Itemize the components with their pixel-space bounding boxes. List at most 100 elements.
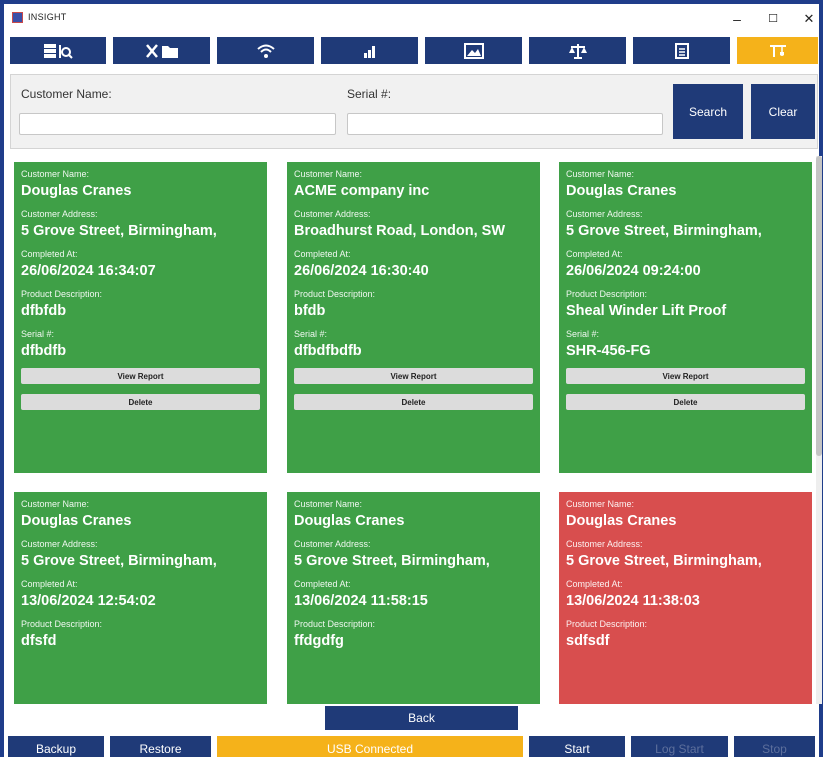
product-description-value: dfbfdb <box>21 303 67 319</box>
customer-address-label: Customer Address: <box>566 209 643 219</box>
view-report-button[interactable]: View Report <box>294 368 533 384</box>
customer-address-value: 5 Grove Street, Birmingham, <box>21 223 217 239</box>
customer-address-value: 5 Grove Street, Birmingham, <box>566 223 762 239</box>
title-bar: INSIGHT – ☐ ✕ <box>4 4 819 34</box>
serial-number-input[interactable] <box>347 113 663 135</box>
product-description-label: Product Description: <box>294 619 376 629</box>
product-description-value: bfdb <box>294 303 326 319</box>
clear-button[interactable]: Clear <box>751 84 815 139</box>
product-description-label: Product Description: <box>21 289 103 299</box>
serial-number-label: Serial #: <box>21 329 55 339</box>
serial-number-value: dfbdfbdfb <box>294 343 362 359</box>
product-description-value: Sheal Winder Lift Proof <box>566 303 727 319</box>
customer-name-label: Customer Name: <box>294 169 363 179</box>
customer-name-label: Customer Name: <box>566 169 635 179</box>
toolbar-database-button[interactable] <box>10 37 106 64</box>
toolbar-wireless-button[interactable] <box>217 37 314 64</box>
serial-number-value: dfbdfb <box>21 343 67 359</box>
main-toolbar <box>10 37 818 64</box>
result-card: Customer Name: Douglas Cranes Customer A… <box>559 162 812 473</box>
toolbar-scale-button[interactable] <box>529 37 626 64</box>
result-card: Customer Name: Douglas Cranes Customer A… <box>559 492 812 704</box>
result-card: Customer Name: Douglas Cranes Customer A… <box>14 162 267 473</box>
app-window: INSIGHT – ☐ ✕ Customer Name: Serial #: S… <box>0 0 823 757</box>
completed-at-value: 13/06/2024 12:54:02 <box>21 593 156 609</box>
product-description-value: sdfsdf <box>566 633 610 649</box>
usb-status-badge: USB Connected <box>217 736 523 757</box>
tools-folder-icon <box>145 43 179 59</box>
completed-at-value: 26/06/2024 16:30:40 <box>294 263 429 279</box>
image-icon <box>463 42 484 59</box>
view-report-button[interactable]: View Report <box>21 368 260 384</box>
bottom-bar: Backup Restore USB Connected Start Log S… <box>4 733 819 757</box>
view-report-button[interactable]: View Report <box>566 368 805 384</box>
product-description-label: Product Description: <box>21 619 103 629</box>
delete-button[interactable]: Delete <box>21 394 260 410</box>
window-title: INSIGHT <box>28 12 67 22</box>
toolbar-image-button[interactable] <box>425 37 522 64</box>
maximize-button[interactable]: ☐ <box>758 8 788 30</box>
product-description-label: Product Description: <box>566 619 648 629</box>
customer-name-value: ACME company inc <box>294 183 430 199</box>
customer-address-label: Customer Address: <box>21 209 98 219</box>
bar-chart-icon <box>362 43 378 59</box>
document-icon <box>674 42 689 59</box>
delete-button[interactable]: Delete <box>566 394 805 410</box>
customer-name-label: Customer Name: <box>21 169 90 179</box>
customer-address-label: Customer Address: <box>21 539 98 549</box>
completed-at-label: Completed At: <box>21 249 78 259</box>
toolbar-crane-button[interactable] <box>737 37 818 64</box>
completed-at-value: 13/06/2024 11:38:03 <box>566 593 700 609</box>
start-button[interactable]: Start <box>529 736 625 757</box>
customer-name-value: Douglas Cranes <box>566 513 677 529</box>
search-button[interactable]: Search <box>673 84 743 139</box>
toolbar-document-button[interactable] <box>633 37 730 64</box>
completed-at-value: 26/06/2024 16:34:07 <box>21 263 156 279</box>
customer-address-value: 5 Grove Street, Birmingham, <box>294 553 490 569</box>
customer-name-input[interactable] <box>19 113 336 135</box>
backup-button[interactable]: Backup <box>8 736 104 757</box>
customer-name-label: Customer Name: <box>294 499 363 509</box>
result-card: Customer Name: Douglas Cranes Customer A… <box>287 492 540 704</box>
wifi-icon <box>256 43 276 59</box>
close-button[interactable]: ✕ <box>794 8 823 30</box>
back-button[interactable]: Back <box>325 706 518 730</box>
result-card: Customer Name: Douglas Cranes Customer A… <box>14 492 267 704</box>
serial-number-value: SHR-456-FG <box>566 343 651 359</box>
delete-button[interactable]: Delete <box>294 394 533 410</box>
log-start-button[interactable]: Log Start <box>631 736 728 757</box>
customer-address-value: 5 Grove Street, Birmingham, <box>566 553 762 569</box>
customer-address-value: 5 Grove Street, Birmingham, <box>21 553 217 569</box>
product-description-label: Product Description: <box>566 289 648 299</box>
customer-address-label: Customer Address: <box>566 539 643 549</box>
customer-name-value: Douglas Cranes <box>21 513 132 529</box>
stop-button[interactable]: Stop <box>734 736 815 757</box>
toolbar-chart-button[interactable] <box>321 37 418 64</box>
completed-at-label: Completed At: <box>566 579 623 589</box>
customer-name-label: Customer Name: <box>21 499 90 509</box>
app-logo-icon <box>12 12 23 23</box>
restore-button[interactable]: Restore <box>110 736 211 757</box>
completed-at-label: Completed At: <box>566 249 623 259</box>
scale-icon <box>568 43 588 59</box>
database-search-icon <box>43 43 73 59</box>
completed-at-value: 26/06/2024 09:24:00 <box>566 263 701 279</box>
results-scrollbar[interactable] <box>816 156 822 704</box>
customer-address-label: Customer Address: <box>294 209 371 219</box>
completed-at-label: Completed At: <box>294 249 351 259</box>
search-panel: Customer Name: Serial #: Search Clear <box>10 74 818 149</box>
completed-at-label: Completed At: <box>294 579 351 589</box>
minimize-button[interactable]: – <box>722 8 752 30</box>
serial-number-label: Serial #: <box>566 329 600 339</box>
results-grid: Customer Name: Douglas Cranes Customer A… <box>10 156 818 704</box>
serial-number-label: Serial #: <box>347 87 392 101</box>
product-description-label: Product Description: <box>294 289 376 299</box>
customer-address-label: Customer Address: <box>294 539 371 549</box>
customer-name-value: Douglas Cranes <box>21 183 132 199</box>
scrollbar-thumb[interactable] <box>816 156 822 456</box>
product-description-value: ffdgdfg <box>294 633 344 649</box>
completed-at-value: 13/06/2024 11:58:15 <box>294 593 428 609</box>
toolbar-tools-button[interactable] <box>113 37 210 64</box>
customer-name-label: Customer Name: <box>21 87 112 101</box>
customer-name-value: Douglas Cranes <box>566 183 677 199</box>
